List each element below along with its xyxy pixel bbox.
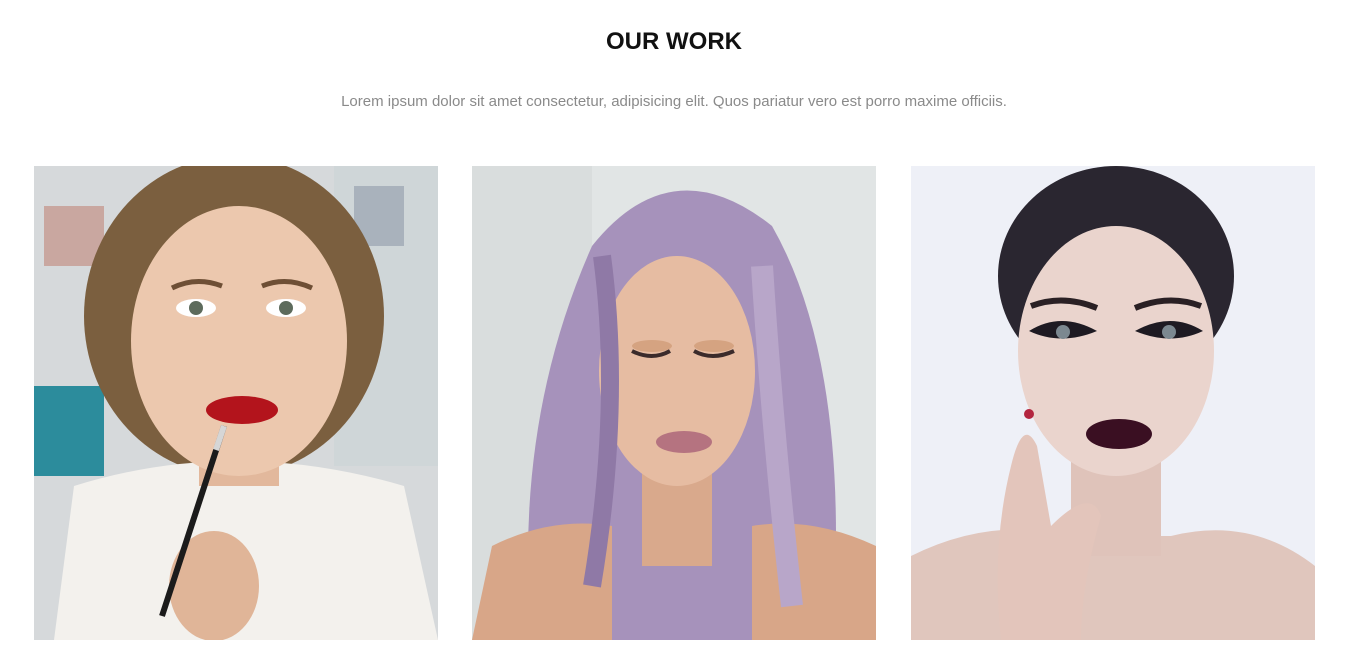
- our-work-section: OUR WORK Lorem ipsum dolor sit amet cons…: [0, 0, 1348, 653]
- gallery-image-lipstick[interactable]: [34, 166, 438, 640]
- gallery-image-dark-lips[interactable]: [911, 166, 1315, 640]
- portrait-lipstick-image: [34, 166, 438, 640]
- work-gallery: [34, 166, 1315, 640]
- section-title: OUR WORK: [606, 28, 742, 55]
- section-subtitle: Lorem ipsum dolor sit amet consectetur, …: [341, 93, 1007, 110]
- gallery-image-lavender-hair[interactable]: [472, 166, 876, 640]
- portrait-lavender-hair-image: [472, 166, 876, 640]
- portrait-dark-lips-image: [911, 166, 1315, 640]
